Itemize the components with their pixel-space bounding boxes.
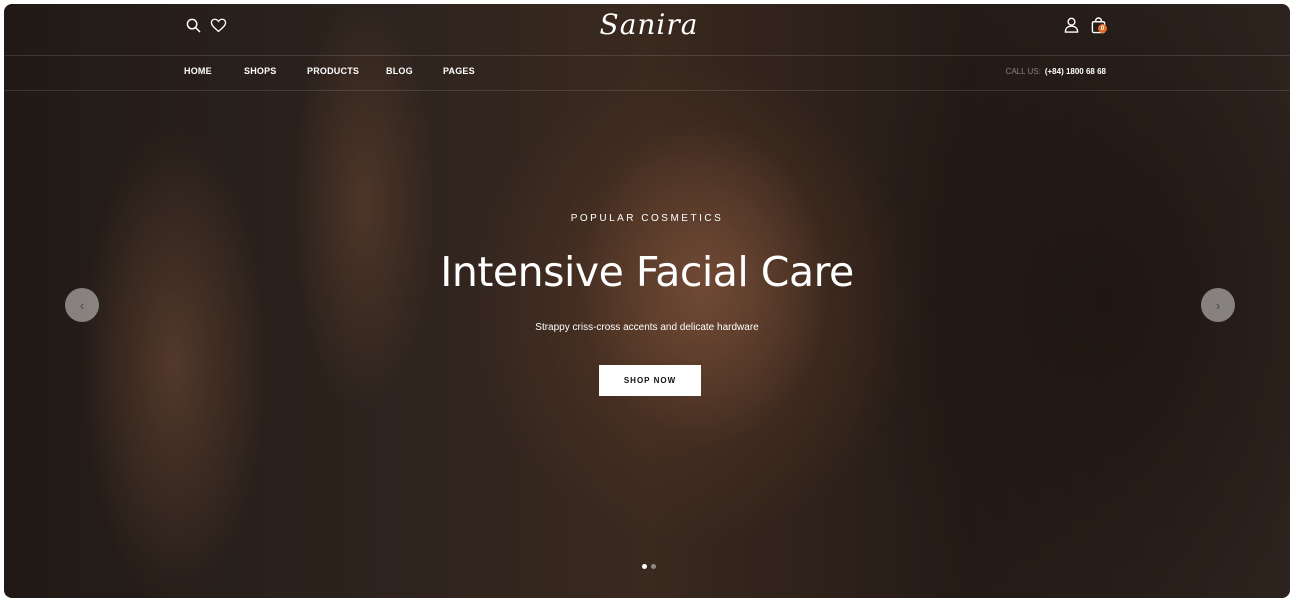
call-us: CALL US: (+84) 1800 68 68 xyxy=(1006,67,1106,76)
chevron-right-icon: › xyxy=(1215,297,1221,313)
main-nav: HOME SHOPS PRODUCTS BLOG PAGES xyxy=(184,66,493,76)
cart-count-badge: 0 xyxy=(1098,24,1107,33)
hero-slider: Sanira 0 HOME SHOPS PRODUCTS BLOG PAGES … xyxy=(4,4,1290,598)
nav-item-home[interactable]: HOME xyxy=(184,66,244,76)
hero-overlay xyxy=(4,4,1290,598)
search-icon[interactable] xyxy=(184,16,202,34)
nav-item-shops[interactable]: SHOPS xyxy=(244,66,307,76)
hero-subtitle: Strappy criss-cross accents and delicate… xyxy=(535,322,759,333)
shop-now-button[interactable]: SHOP NOW xyxy=(599,365,701,396)
hero-eyebrow: POPULAR COSMETICS xyxy=(570,213,724,224)
user-icon[interactable] xyxy=(1062,16,1080,34)
slide-dot[interactable] xyxy=(651,564,656,569)
nav-item-blog[interactable]: BLOG xyxy=(386,66,443,76)
header-divider xyxy=(4,55,1290,56)
shopping-bag-icon[interactable]: 0 xyxy=(1088,14,1108,36)
hero-title: Intensive Facial Care xyxy=(440,248,854,296)
slider-pagination xyxy=(642,564,656,569)
heart-icon[interactable] xyxy=(208,16,228,34)
call-us-label: CALL US: xyxy=(1005,67,1041,76)
next-slide-button[interactable]: › xyxy=(1201,288,1235,322)
nav-item-products[interactable]: PRODUCTS xyxy=(307,66,386,76)
slide-dot[interactable] xyxy=(642,564,647,569)
nav-divider xyxy=(4,90,1290,91)
prev-slide-button[interactable]: ‹ xyxy=(65,288,99,322)
site-logo[interactable]: Sanira xyxy=(564,8,734,41)
nav-item-pages[interactable]: PAGES xyxy=(443,66,493,76)
call-us-number[interactable]: (+84) 1800 68 68 xyxy=(1045,67,1106,76)
chevron-left-icon: ‹ xyxy=(79,297,85,313)
